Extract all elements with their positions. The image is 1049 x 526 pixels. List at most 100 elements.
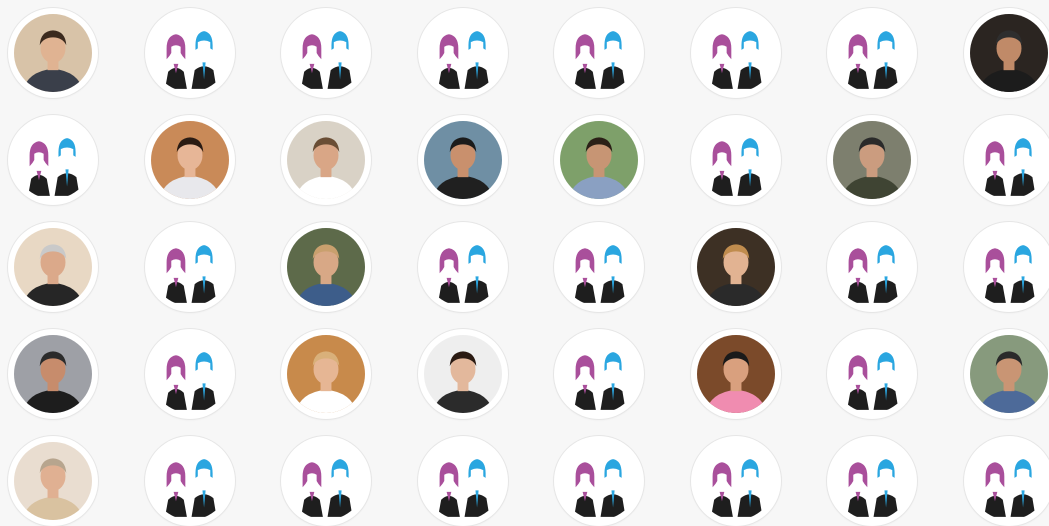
avatar-placeholder[interactable] — [418, 436, 508, 526]
avatar-image-frame — [697, 121, 775, 199]
avatar-image-frame — [970, 335, 1048, 413]
avatar-placeholder[interactable] — [554, 329, 644, 419]
avatar-placeholder[interactable] — [145, 8, 235, 98]
avatar-placeholder[interactable] — [418, 222, 508, 312]
avatar-placeholder[interactable] — [691, 436, 781, 526]
avatar-photo[interactable] — [8, 222, 98, 312]
avatar-photo[interactable] — [691, 222, 781, 312]
avatar-image-frame — [697, 335, 775, 413]
default-user-couple-icon — [833, 442, 911, 520]
avatar-placeholder[interactable] — [827, 222, 917, 312]
avatar-image-frame — [424, 121, 502, 199]
profile-photo — [697, 228, 775, 306]
profile-photo — [970, 335, 1048, 413]
avatar-placeholder[interactable] — [145, 329, 235, 419]
default-user-couple-icon — [697, 14, 775, 92]
default-user-couple-icon — [833, 228, 911, 306]
avatar-image-frame — [970, 121, 1048, 199]
default-user-couple-icon — [560, 442, 638, 520]
default-user-couple-icon — [560, 228, 638, 306]
avatar-image-frame — [970, 442, 1048, 520]
profile-photo — [14, 335, 92, 413]
avatar-placeholder[interactable] — [827, 8, 917, 98]
avatar-photo[interactable] — [8, 436, 98, 526]
profile-photo — [14, 442, 92, 520]
avatar-placeholder[interactable] — [691, 115, 781, 205]
profile-photo — [287, 121, 365, 199]
profile-photo — [697, 335, 775, 413]
avatar-placeholder[interactable] — [554, 8, 644, 98]
default-user-couple-icon — [424, 14, 502, 92]
avatar-photo[interactable] — [418, 115, 508, 205]
profile-photo — [14, 228, 92, 306]
avatar-photo[interactable] — [418, 329, 508, 419]
avatar-image-frame — [560, 335, 638, 413]
default-user-couple-icon — [151, 228, 229, 306]
avatar-image-frame — [560, 14, 638, 92]
avatar-image-frame — [424, 335, 502, 413]
avatar-photo[interactable] — [281, 222, 371, 312]
default-user-couple-icon — [833, 335, 911, 413]
avatar-image-frame — [560, 442, 638, 520]
avatar-image-frame — [151, 228, 229, 306]
avatar-image-frame — [151, 442, 229, 520]
avatar-placeholder[interactable] — [964, 222, 1049, 312]
avatar-placeholder[interactable] — [964, 436, 1049, 526]
default-user-couple-icon — [151, 14, 229, 92]
avatar-photo[interactable] — [8, 329, 98, 419]
default-user-couple-icon — [424, 442, 502, 520]
avatar-photo[interactable] — [145, 115, 235, 205]
avatar-image-frame — [151, 14, 229, 92]
avatar-image-frame — [287, 442, 365, 520]
avatar-image-frame — [14, 442, 92, 520]
avatar-photo[interactable] — [554, 115, 644, 205]
default-user-couple-icon — [14, 121, 92, 199]
avatar-placeholder[interactable] — [145, 436, 235, 526]
avatar-placeholder[interactable] — [964, 115, 1049, 205]
avatar-photo[interactable] — [827, 115, 917, 205]
avatar-image-frame — [560, 228, 638, 306]
avatar-placeholder[interactable] — [8, 115, 98, 205]
profile-photo — [287, 335, 365, 413]
profile-photo — [970, 14, 1048, 92]
avatar-image-frame — [833, 442, 911, 520]
avatar-image-frame — [424, 228, 502, 306]
profile-photo — [151, 121, 229, 199]
avatar-placeholder[interactable] — [827, 436, 917, 526]
avatar-photo[interactable] — [8, 8, 98, 98]
avatar-image-frame — [14, 335, 92, 413]
avatar-placeholder[interactable] — [418, 8, 508, 98]
avatar-image-frame — [833, 121, 911, 199]
default-user-couple-icon — [697, 121, 775, 199]
default-user-couple-icon — [697, 442, 775, 520]
avatar-image-frame — [287, 228, 365, 306]
avatar-image-frame — [833, 14, 911, 92]
avatar-image-frame — [970, 14, 1048, 92]
avatar-image-frame — [287, 121, 365, 199]
avatar-image-frame — [151, 335, 229, 413]
avatar-placeholder[interactable] — [145, 222, 235, 312]
avatar-photo[interactable] — [281, 329, 371, 419]
avatar-photo[interactable] — [964, 329, 1049, 419]
avatar-placeholder[interactable] — [691, 8, 781, 98]
avatar-image-frame — [424, 14, 502, 92]
default-user-couple-icon — [970, 228, 1048, 306]
avatar-placeholder[interactable] — [554, 222, 644, 312]
default-user-couple-icon — [151, 335, 229, 413]
profile-photo — [424, 335, 502, 413]
avatar-placeholder[interactable] — [281, 8, 371, 98]
avatar-placeholder[interactable] — [554, 436, 644, 526]
default-user-couple-icon — [151, 442, 229, 520]
avatar-photo[interactable] — [964, 8, 1049, 98]
avatar-image-frame — [833, 335, 911, 413]
avatar-image-frame — [833, 228, 911, 306]
avatar-placeholder[interactable] — [827, 329, 917, 419]
avatar-placeholder[interactable] — [281, 436, 371, 526]
profile-photo — [287, 228, 365, 306]
avatar-photo[interactable] — [691, 329, 781, 419]
avatar-image-frame — [970, 228, 1048, 306]
avatar-image-frame — [697, 442, 775, 520]
avatar-image-frame — [287, 335, 365, 413]
avatar-photo[interactable] — [281, 115, 371, 205]
avatar-image-frame — [697, 14, 775, 92]
